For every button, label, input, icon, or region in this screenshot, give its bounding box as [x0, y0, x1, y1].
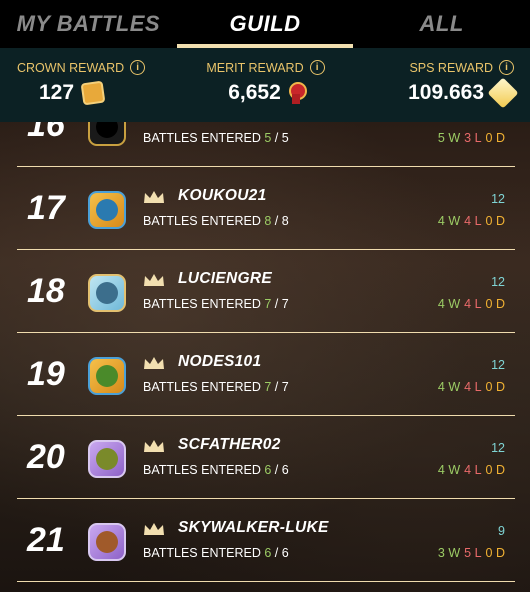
battles-entered: BATTLES ENTERED 7 / 7 [143, 297, 289, 311]
battles-entered: BATTLES ENTERED 6 / 6 [143, 546, 289, 560]
leaderboard-row[interactable]: 16 BATTLES ENTERED 5 / 5 5 W3 L0 D [17, 122, 515, 167]
avatar[interactable] [88, 191, 126, 229]
crown-reward: CROWN REWARD i 127 [0, 48, 183, 122]
score: 12 [491, 358, 505, 372]
merit-reward: MERIT REWARD i 6,652 [183, 48, 349, 122]
win-loss-draw: 4 W4 L0 D [437, 297, 505, 311]
sps-reward-value: 109.663 [408, 81, 485, 104]
battles-entered: BATTLES ENTERED 6 / 6 [143, 463, 289, 477]
crown-reward-label: CROWN REWARD i [17, 60, 146, 75]
avatar[interactable] [88, 274, 126, 312]
player-name[interactable]: SKYWALKER-LUKE [178, 519, 329, 537]
leaderboard-list[interactable]: 16 BATTLES ENTERED 5 / 5 5 W3 L0 D 17 KO… [0, 122, 530, 592]
score: 9 [498, 524, 505, 538]
crown-icon [144, 523, 164, 535]
leaderboard-row[interactable]: 21 SKYWALKER-LUKE BATTLES ENTERED 6 / 6 … [17, 499, 515, 582]
battles-entered: BATTLES ENTERED 7 / 7 [143, 380, 289, 394]
battles-entered: BATTLES ENTERED 8 / 8 [143, 214, 289, 228]
rank: 18 [27, 272, 65, 310]
rank: 21 [27, 521, 65, 559]
info-icon[interactable]: i [309, 60, 325, 75]
crown-reward-value: 127 [39, 81, 75, 104]
score: 12 [491, 441, 505, 455]
score: 12 [491, 192, 505, 206]
crown-icon [144, 357, 164, 369]
avatar[interactable] [88, 523, 126, 561]
win-loss-draw: 4 W4 L0 D [437, 380, 505, 394]
rewards-panel: CROWN REWARD i 127 MERIT REWARD i 6,652 … [0, 48, 530, 122]
player-name[interactable]: KOUKOU21 [178, 187, 267, 205]
crown-icon [144, 274, 164, 286]
player-name[interactable]: LUCIENGRE [178, 270, 272, 288]
avatar[interactable] [88, 440, 126, 478]
merit-reward-icon [288, 82, 307, 104]
leaderboard-row[interactable]: 18 LUCIENGRE BATTLES ENTERED 7 / 7 12 4 … [17, 250, 515, 333]
win-loss-draw: 5 W3 L0 D [437, 131, 505, 145]
tab-bar: MY BATTLES GUILD ALL [0, 0, 530, 48]
merit-reward-value: 6,652 [228, 81, 281, 104]
leaderboard-row[interactable]: 20 SCFATHER02 BATTLES ENTERED 6 / 6 12 4… [17, 416, 515, 499]
win-loss-draw: 3 W5 L0 D [437, 546, 505, 560]
leaderboard-row[interactable]: 19 NODES101 BATTLES ENTERED 7 / 7 12 4 W… [17, 333, 515, 416]
tab-guild[interactable]: GUILD [176, 0, 354, 48]
win-loss-draw: 4 W4 L0 D [437, 214, 505, 228]
avatar[interactable] [88, 357, 126, 395]
rank: 16 [27, 122, 65, 144]
sps-reward-value-row: 109.663 [408, 77, 519, 109]
tab-all[interactable]: ALL [353, 0, 530, 48]
player-name[interactable]: NODES101 [178, 353, 261, 371]
score: 12 [491, 275, 505, 289]
rank: 19 [27, 355, 65, 393]
tab-my-battles[interactable]: MY BATTLES [0, 0, 177, 48]
sps-reward-label: SPS REWARD i [409, 60, 515, 75]
crown-reward-icon [80, 80, 106, 106]
avatar[interactable] [88, 122, 126, 146]
crown-icon [144, 440, 164, 452]
battles-entered: BATTLES ENTERED 5 / 5 [143, 131, 289, 145]
win-loss-draw: 4 W4 L0 D [437, 463, 505, 477]
info-icon[interactable]: i [499, 60, 515, 75]
rank: 20 [27, 438, 65, 476]
sps-reward-icon [487, 77, 519, 109]
info-icon[interactable]: i [130, 60, 146, 75]
crown-icon [144, 191, 164, 203]
merit-reward-value-row: 6,652 [228, 81, 307, 105]
player-name[interactable]: SCFATHER02 [178, 436, 281, 454]
crown-reward-value-row: 127 [17, 80, 106, 106]
leaderboard-row[interactable]: 17 KOUKOU21 BATTLES ENTERED 8 / 8 12 4 W… [17, 167, 515, 250]
rank: 17 [27, 189, 65, 227]
sps-reward: SPS REWARD i 109.663 [348, 48, 530, 122]
merit-reward-label: MERIT REWARD i [206, 60, 325, 75]
